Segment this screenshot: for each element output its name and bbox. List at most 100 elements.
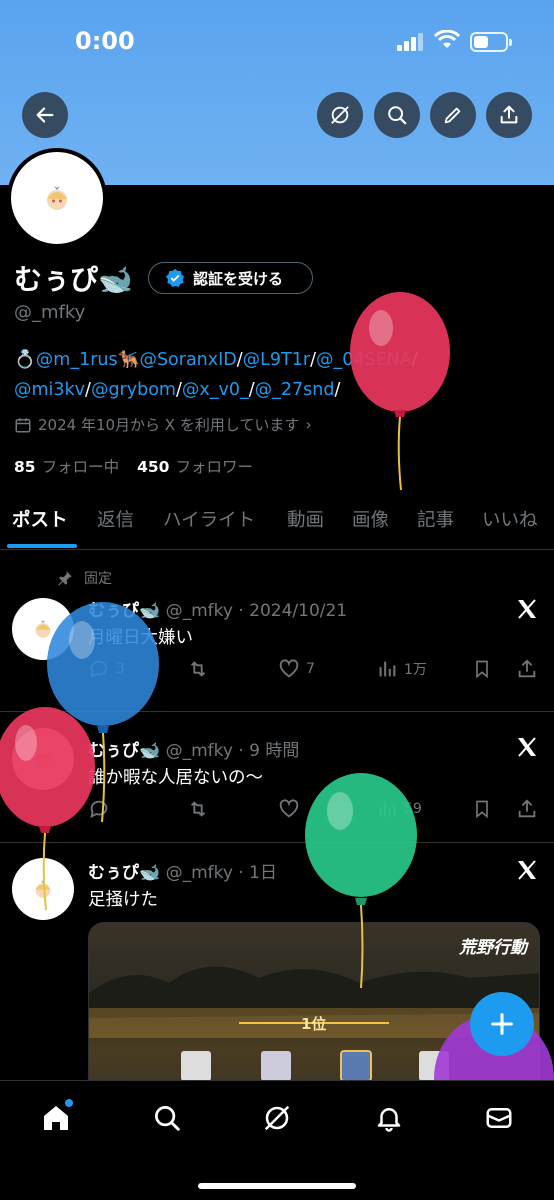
repost-icon — [190, 661, 206, 677]
tweet-avatar[interactable] — [12, 728, 74, 790]
nav-search[interactable] — [150, 1101, 184, 1135]
tweet-header: むぅぴ🐋 @_mfky · 1日 — [88, 858, 277, 883]
tweet-share-button[interactable] — [516, 658, 538, 680]
profile-handle: @_mfky — [14, 302, 86, 323]
share-icon — [500, 105, 518, 124]
avatar-illustration — [35, 620, 51, 638]
tweet-meta: @_mfky · 9 時間 — [165, 741, 300, 761]
tweet-avatar[interactable] — [12, 858, 74, 920]
bio-mention-6[interactable]: @grybom — [91, 380, 176, 400]
x-logo-icon — [518, 737, 536, 757]
search-button[interactable] — [374, 92, 420, 138]
share-button[interactable] — [486, 92, 532, 138]
avatar-illustration — [35, 880, 51, 898]
bio-mention-5[interactable]: @mi3kv — [14, 380, 85, 400]
repost-button[interactable] — [186, 658, 210, 680]
grok-button[interactable] — [317, 92, 363, 138]
views-button[interactable]: 1万 — [376, 658, 427, 680]
tweet-avatar[interactable] — [12, 598, 74, 660]
tab-videos[interactable]: 動画 — [287, 506, 324, 532]
grok-icon — [331, 106, 349, 124]
tweet-author[interactable]: むぅぴ🐋 — [88, 741, 160, 761]
tweet-meta: @_mfky · 1日 — [165, 863, 277, 883]
pencil-icon — [444, 107, 461, 124]
search-icon — [155, 1106, 180, 1131]
plus-icon — [491, 1013, 513, 1035]
like-count: 7 — [306, 661, 315, 677]
bottom-navigation — [0, 1080, 554, 1200]
bio-mention-3[interactable]: @L9T1r — [243, 350, 310, 370]
followers-label: フォロワー — [175, 458, 253, 476]
calendar-icon — [15, 417, 31, 432]
reply-button[interactable]: 3 — [88, 658, 125, 680]
nav-notifications[interactable] — [372, 1101, 406, 1135]
tweet-text: 月曜日大嫌い — [88, 628, 193, 648]
tab-likes[interactable]: いいね — [482, 506, 538, 532]
profile-bio: 💍@m_1rus🐕‍🦺@SoranxID/@L9T1r/@_04SENA/ @m… — [14, 350, 418, 400]
bookmark-icon — [476, 660, 488, 679]
tab-articles[interactable]: 記事 — [417, 506, 454, 532]
profile-avatar[interactable] — [7, 148, 107, 248]
bookmark-button[interactable] — [472, 798, 492, 820]
like-button[interactable]: 7 — [278, 658, 315, 680]
avatar-illustration — [35, 753, 51, 768]
tweet-author[interactable]: むぅぴ🐋 — [88, 601, 160, 621]
tab-replies[interactable]: 返信 — [97, 506, 134, 532]
nav-home[interactable] — [39, 1099, 73, 1135]
tab-posts[interactable]: ポスト — [12, 506, 68, 532]
edit-button[interactable] — [430, 92, 476, 138]
joined-date[interactable]: 2024 年10月から X を利用しています › — [14, 414, 312, 435]
home-indicator — [198, 1183, 356, 1189]
compose-fab-button[interactable] — [470, 992, 534, 1056]
repost-button[interactable] — [186, 798, 210, 820]
tweet-divider — [0, 711, 554, 712]
nav-grok[interactable] — [260, 1101, 294, 1135]
get-verified-label: 認証を受ける — [193, 269, 284, 288]
notification-dot — [65, 1099, 73, 1107]
bookmark-button[interactable] — [472, 658, 492, 680]
tweet-author[interactable]: むぅぴ🐋 — [88, 863, 160, 883]
grok-icon — [264, 1105, 290, 1131]
tweet-header: むぅぴ🐋 @_mfky · 9 時間 — [88, 736, 299, 761]
pinned-indicator: 固定 — [56, 568, 112, 588]
views-count: 1万 — [404, 662, 427, 678]
battery-icon — [470, 32, 512, 52]
status-time: 0:00 — [75, 27, 135, 55]
bookmark-icon — [476, 800, 488, 819]
followers-link[interactable]: 450 フォロワー — [137, 458, 253, 476]
following-label: フォロー中 — [41, 458, 120, 476]
reply-icon — [90, 660, 108, 679]
bio-mention-8[interactable]: @_27snd — [255, 380, 335, 400]
reply-count: 3 — [116, 661, 125, 677]
arrow-left-icon — [36, 107, 54, 123]
bio-mention-7[interactable]: @x_v0_ — [182, 380, 249, 400]
following-count: 85 — [14, 458, 36, 476]
back-button[interactable] — [22, 92, 68, 138]
tab-images[interactable]: 画像 — [352, 506, 389, 532]
views-button[interactable]: 59 — [376, 798, 422, 820]
tweet-text: 足掻けた — [88, 890, 158, 910]
bio-mention-1[interactable]: @m_1rus — [36, 350, 118, 370]
bio-mention-2[interactable]: @SoranxID — [139, 350, 236, 370]
like-button[interactable] — [278, 798, 300, 820]
pinned-label: 固定 — [84, 571, 112, 587]
profile-tabs: ポスト 返信 ハイライト 動画 画像 記事 いいね — [0, 494, 554, 550]
get-verified-button[interactable]: 認証を受ける — [148, 262, 313, 294]
nav-messages[interactable] — [482, 1101, 516, 1135]
pin-icon — [58, 571, 72, 586]
bio-mention-4[interactable]: @_04SENA — [316, 350, 412, 370]
tweet-divider — [0, 842, 554, 843]
bell-icon — [377, 1108, 401, 1132]
rank-text: 1位 — [301, 1015, 327, 1033]
reply-button[interactable] — [88, 798, 110, 820]
tweet-meta: @_mfky · 2024/10/21 — [165, 601, 348, 621]
following-link[interactable]: 85 フォロー中 — [14, 458, 119, 476]
signal-icon — [397, 33, 423, 51]
wifi-icon — [434, 30, 460, 48]
game-logo-text: 荒野行動 — [459, 938, 527, 958]
tweet-share-button[interactable] — [516, 798, 538, 820]
views-count: 59 — [404, 801, 422, 817]
tab-highlights[interactable]: ハイライト — [163, 506, 255, 532]
search-icon — [388, 106, 407, 125]
x-logo-icon — [518, 860, 536, 880]
